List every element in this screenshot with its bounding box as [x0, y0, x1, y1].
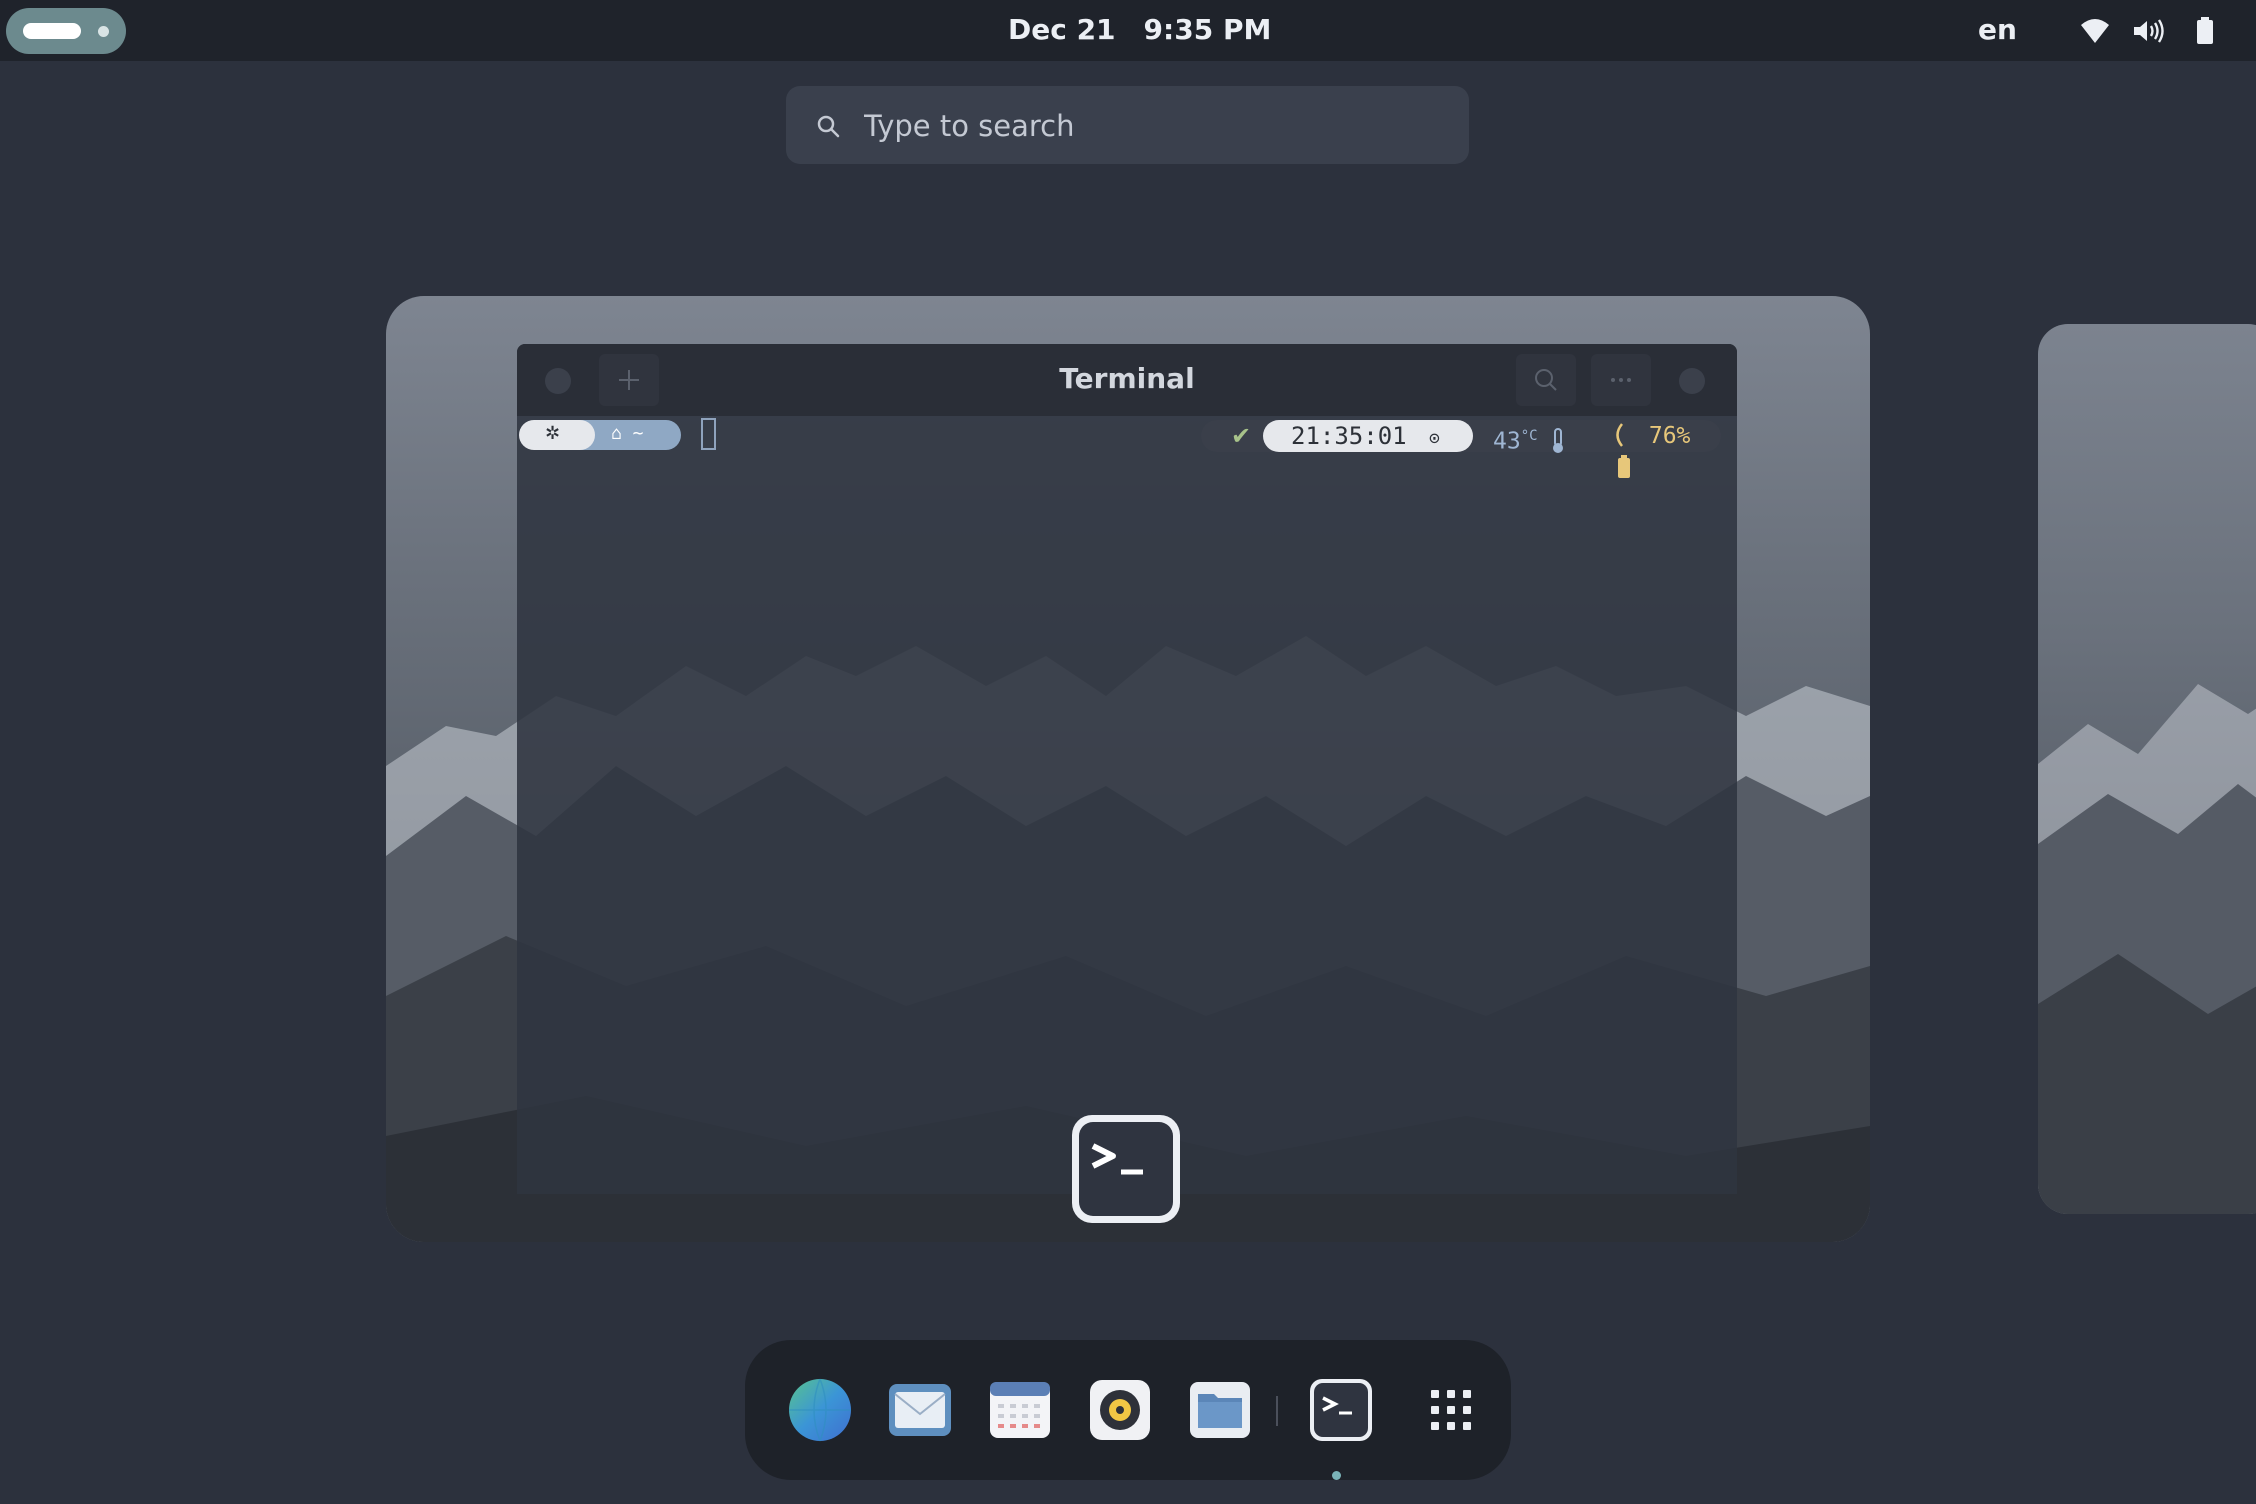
temperature-value: 43	[1493, 428, 1521, 455]
terminal-headerbar[interactable]: Terminal	[517, 344, 1737, 416]
dock	[745, 1340, 1511, 1480]
workspace-indicator-active	[23, 23, 81, 39]
date-time-button[interactable]: Dec 21 9:35 PM	[1008, 12, 1271, 48]
search-input[interactable]	[862, 102, 1426, 150]
temperature-unit: °C	[1520, 428, 1538, 444]
prompt-battery: 76%	[1611, 420, 1721, 478]
prompt-os-segment: ✲	[519, 420, 595, 450]
app-grid-icon[interactable]	[1417, 1376, 1485, 1444]
wallpaper-mountains	[2038, 684, 2256, 1214]
terminal-menu-button[interactable]	[1591, 354, 1651, 406]
status-ok-icon: ✔	[1231, 422, 1252, 450]
workspace-thumbnail-next[interactable]	[2038, 324, 2256, 1214]
thermometer-icon	[1553, 427, 1564, 453]
battery-value: 76%	[1648, 423, 1691, 449]
mail-icon[interactable]	[886, 1376, 954, 1444]
date-label: Dec 21	[1008, 13, 1116, 46]
prompt-time: 21:35:01 ⊙	[1263, 420, 1473, 452]
battery-icon[interactable]	[2196, 17, 2214, 45]
terminal-icon[interactable]	[1307, 1376, 1375, 1444]
terminal-icon[interactable]	[1069, 1112, 1183, 1226]
home-icon: ⌂ ~	[611, 423, 644, 444]
more-icon	[1611, 378, 1631, 382]
prompt-time-value: 21:35:01	[1291, 422, 1407, 450]
browser-icon[interactable]	[786, 1376, 854, 1444]
prompt-temperature: 43°C	[1493, 420, 1565, 455]
top-bar: Dec 21 9:35 PM en	[0, 0, 2256, 61]
terminal-cursor	[701, 418, 716, 450]
running-indicator	[1332, 1471, 1341, 1480]
music-icon[interactable]	[1086, 1376, 1154, 1444]
terminal-search-button[interactable]	[1516, 354, 1576, 406]
time-label: 9:35 PM	[1143, 13, 1272, 46]
prompt-right: ✔ 21:35:01 ⊙ 43°C 76%	[1201, 420, 1721, 478]
battery-icon	[1618, 455, 1630, 478]
search-bar[interactable]	[786, 86, 1469, 164]
wifi-icon[interactable]	[2080, 17, 2110, 45]
moon-icon	[1616, 423, 1623, 447]
workspace-indicator-inactive[interactable]	[98, 26, 109, 37]
volume-icon[interactable]	[2132, 18, 2166, 44]
gear-icon: ✲	[545, 423, 561, 444]
keyboard-language-indicator[interactable]: en	[1978, 12, 2017, 48]
terminal-window[interactable]: Terminal ⌂ ~ ✲ ✔ 21:35:01 ⊙ 43°C 76%	[517, 344, 1737, 1194]
search-icon	[817, 115, 840, 138]
activities-button[interactable]	[6, 8, 126, 54]
files-icon[interactable]	[1186, 1376, 1254, 1444]
dock-separator	[1276, 1396, 1278, 1426]
clock-icon: ⊙	[1429, 428, 1440, 449]
search-icon	[1535, 369, 1557, 391]
calendar-icon[interactable]	[986, 1376, 1054, 1444]
window-close-button[interactable]	[1679, 368, 1705, 394]
